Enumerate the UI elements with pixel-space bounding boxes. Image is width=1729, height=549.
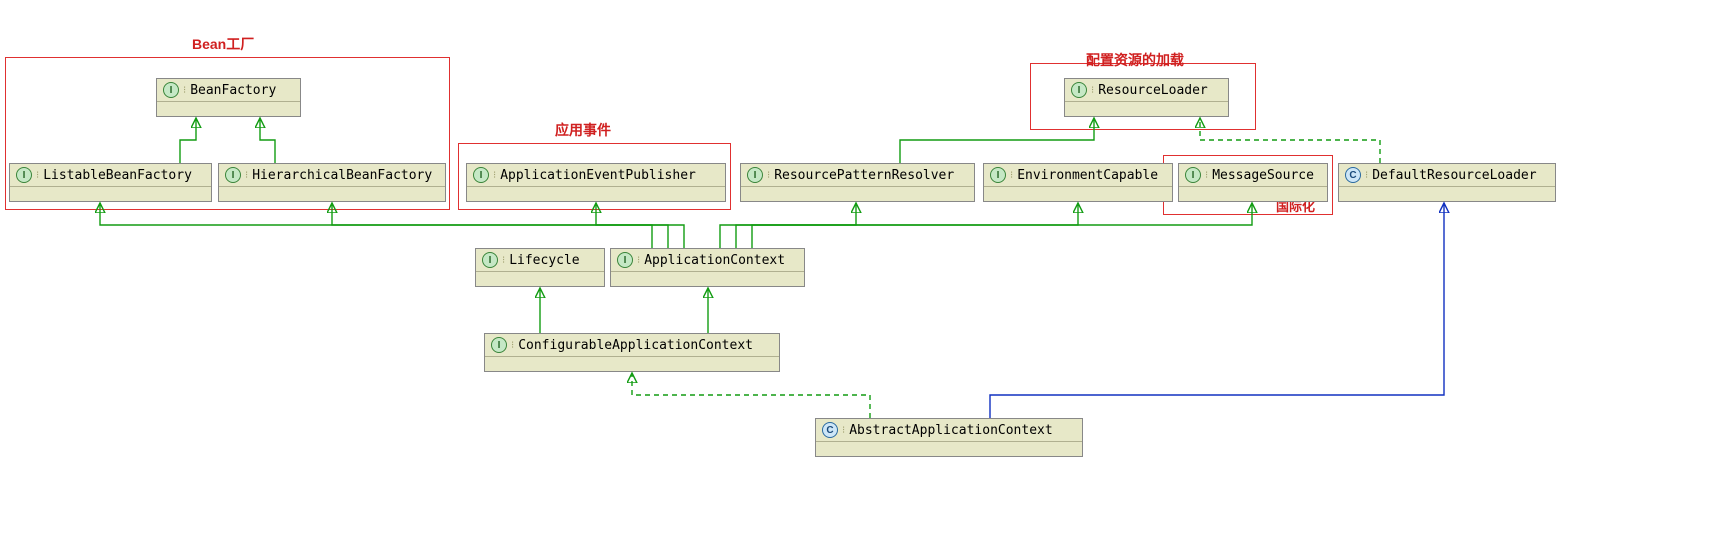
node-configurable-application-context[interactable]: I ⁝ ConfigurableApplicationContext [484,333,780,372]
interface-icon: I [163,82,179,98]
interface-icon: I [473,167,489,183]
stereotype-mark: ⁝ [1365,170,1368,181]
interface-icon: I [225,167,241,183]
interface-icon: I [1185,167,1201,183]
stereotype-mark: ⁝ [245,170,248,181]
node-label: ResourcePatternResolver [774,168,954,183]
node-bean-factory[interactable]: I ⁝ BeanFactory [156,78,301,117]
node-label: ResourceLoader [1098,83,1208,98]
node-listable-bean-factory[interactable]: I ⁝ ListableBeanFactory [9,163,212,202]
stereotype-mark: ⁝ [1010,170,1013,181]
group-event-label: 应用事件 [555,120,611,140]
node-label: MessageSource [1212,168,1314,183]
node-hierarchical-bean-factory[interactable]: I ⁝ HierarchicalBeanFactory [218,163,446,202]
interface-icon: I [617,252,633,268]
group-bean-factory-label: Bean工厂 [192,34,254,54]
node-label: ConfigurableApplicationContext [518,338,753,353]
node-lifecycle[interactable]: I ⁝ Lifecycle [475,248,605,287]
interface-icon: I [747,167,763,183]
node-label: ApplicationContext [644,253,785,268]
node-label: ApplicationEventPublisher [500,168,696,183]
stereotype-mark: ⁝ [183,85,186,96]
interface-icon: I [1071,82,1087,98]
stereotype-mark: ⁝ [502,255,505,266]
node-application-event-publisher[interactable]: I ⁝ ApplicationEventPublisher [466,163,726,202]
node-default-resource-loader[interactable]: C ⁝ DefaultResourceLoader [1338,163,1556,202]
node-label: ListableBeanFactory [43,168,192,183]
class-icon: C [822,422,838,438]
stereotype-mark: ⁝ [637,255,640,266]
interface-icon: I [16,167,32,183]
node-application-context[interactable]: I ⁝ ApplicationContext [610,248,805,287]
node-label: HierarchicalBeanFactory [252,168,432,183]
interface-icon: I [990,167,1006,183]
interface-icon: I [482,252,498,268]
class-icon: C [1345,167,1361,183]
node-label: AbstractApplicationContext [849,423,1053,438]
node-resource-pattern-resolver[interactable]: I ⁝ ResourcePatternResolver [740,163,975,202]
node-environment-capable[interactable]: I ⁝ EnvironmentCapable [983,163,1173,202]
node-abstract-application-context[interactable]: C ⁝ AbstractApplicationContext [815,418,1083,457]
group-resource-label: 配置资源的加载 [1086,50,1184,70]
node-message-source[interactable]: I ⁝ MessageSource [1178,163,1328,202]
stereotype-mark: ⁝ [493,170,496,181]
stereotype-mark: ⁝ [1091,85,1094,96]
node-label: Lifecycle [509,253,579,268]
stereotype-mark: ⁝ [767,170,770,181]
node-resource-loader[interactable]: I ⁝ ResourceLoader [1064,78,1229,117]
stereotype-mark: ⁝ [842,425,845,436]
interface-icon: I [491,337,507,353]
stereotype-mark: ⁝ [1205,170,1208,181]
node-label: BeanFactory [190,83,276,98]
stereotype-mark: ⁝ [36,170,39,181]
node-label: EnvironmentCapable [1017,168,1158,183]
stereotype-mark: ⁝ [511,340,514,351]
node-label: DefaultResourceLoader [1372,168,1536,183]
